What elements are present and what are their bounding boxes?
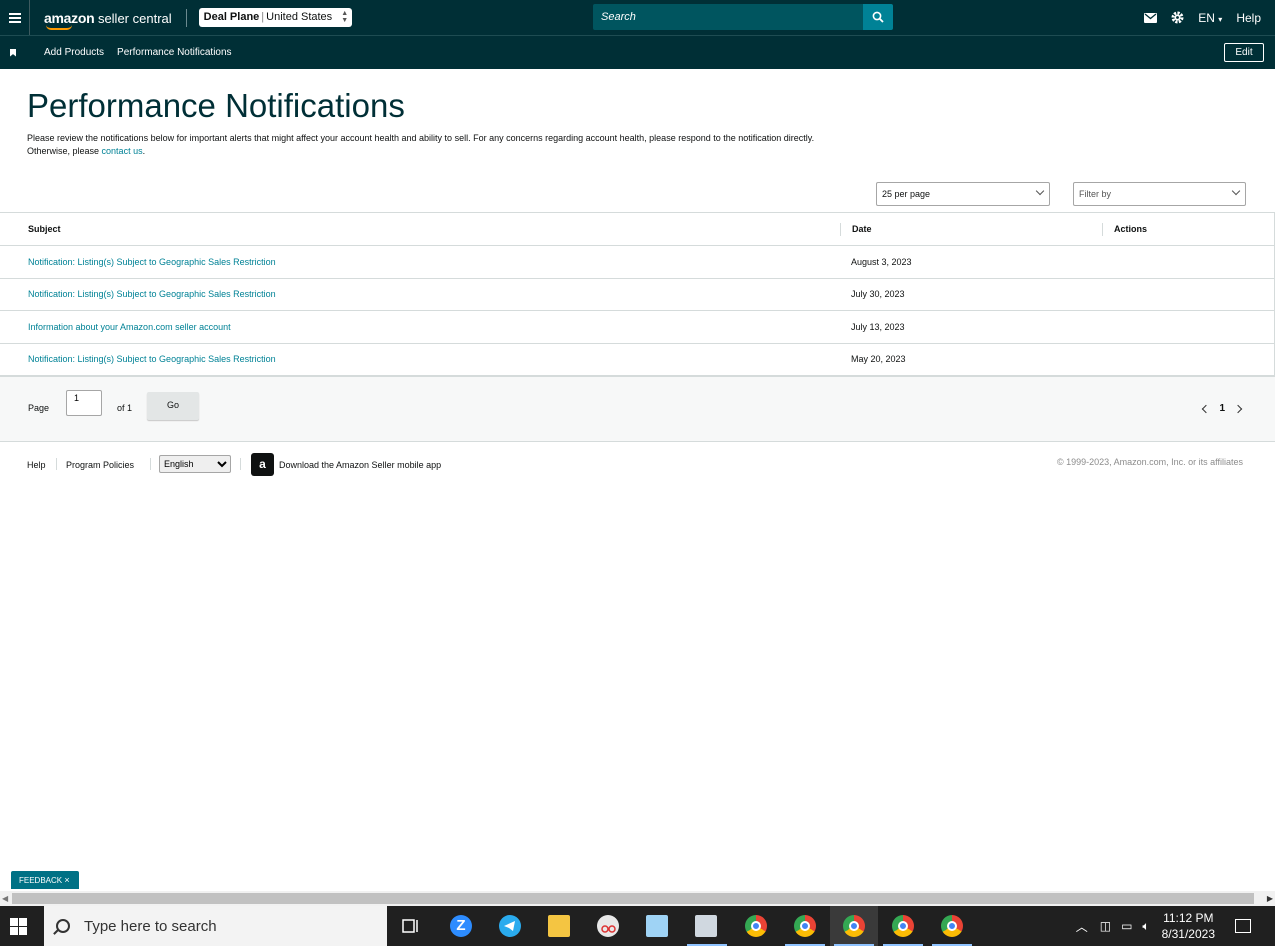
header-actions: Actions [1102, 222, 1274, 236]
page-title: Performance Notifications [27, 87, 405, 124]
sort-arrows-icon: ▲ ▼ [341, 10, 349, 24]
chevron-down-icon [1231, 186, 1241, 196]
amazon-app-icon[interactable]: a [251, 453, 274, 476]
edit-bookmarks-button[interactable]: Edit [1224, 43, 1264, 62]
telegram-icon[interactable] [499, 915, 521, 937]
divider [240, 458, 241, 470]
filter-select[interactable]: Filter by [1073, 182, 1246, 206]
horizontal-scrollbar[interactable]: ◀ ▶ [0, 891, 1275, 906]
chrome-profile-icon[interactable] [941, 915, 963, 937]
search-button[interactable] [863, 4, 893, 30]
search-input[interactable] [593, 4, 863, 30]
account-switcher[interactable]: Deal Plane | United States ▲ ▼ [198, 8, 353, 27]
divider [185, 8, 187, 27]
chevron-down-icon [1035, 186, 1045, 196]
page-number-input[interactable] [66, 390, 102, 416]
chrome-icon[interactable] [745, 915, 767, 937]
divider [56, 458, 57, 470]
table-row: Notification: Listing(s) Subject to Geog… [0, 246, 1274, 279]
table-header: Subject Date Actions [0, 213, 1274, 246]
account-name: Deal Plane [203, 11, 260, 23]
page-nav: 1 [1202, 403, 1243, 414]
notification-subject-link[interactable]: Notification: Listing(s) Subject to Geog… [28, 257, 276, 267]
network-icon[interactable]: ▭ [1121, 919, 1132, 933]
chevron-up-icon[interactable]: ︿ [1076, 918, 1088, 935]
notepad-icon[interactable] [646, 915, 668, 937]
scroll-right-icon: ▶ [1266, 894, 1273, 903]
file-explorer-icon[interactable] [548, 915, 570, 937]
table-row: Notification: Listing(s) Subject to Geog… [0, 279, 1274, 311]
notification-date: August 3, 2023 [851, 256, 912, 267]
top-right-actions: EN ▾ Help [1144, 0, 1261, 35]
zoom-app-icon[interactable]: Z [450, 915, 472, 937]
notifications-table: Subject Date Actions Notification: Listi… [0, 212, 1275, 376]
notifications-icon[interactable] [1235, 919, 1251, 933]
page-count-label: of 1 [117, 403, 133, 413]
calculator-icon[interactable] [695, 915, 717, 937]
notification-subject-link[interactable]: Notification: Listing(s) Subject to Geog… [28, 289, 276, 299]
bookmark-performance-notifications[interactable]: Performance Notifications [117, 47, 232, 58]
bookmark-add-products[interactable]: Add Products [44, 47, 104, 58]
close-icon: × [64, 875, 70, 885]
bookmark-bar: Add Products Performance Notifications E… [0, 35, 1275, 69]
search-icon [56, 919, 70, 933]
windows-start-icon[interactable] [10, 918, 27, 935]
intro-text: Please review the notifications below fo… [27, 133, 815, 156]
chevron-left-icon[interactable] [1202, 404, 1211, 413]
chrome-profile-icon[interactable] [794, 915, 816, 937]
download-app-link[interactable]: Download the Amazon Seller mobile app [279, 460, 441, 470]
task-view-icon[interactable] [400, 915, 422, 937]
notification-date: July 13, 2023 [851, 321, 905, 332]
help-link[interactable]: Help [1236, 11, 1261, 25]
footer: Help Program Policies English a Download… [0, 450, 1275, 480]
page-label: Page [28, 403, 50, 413]
notification-subject-link[interactable]: Information about your Amazon.com seller… [28, 322, 231, 332]
per-page-select[interactable]: 25 per page [876, 182, 1050, 206]
header-subject[interactable]: Subject [0, 224, 840, 234]
seller-central-logo[interactable]: amazon seller central [44, 10, 172, 30]
system-tray: ︿ ◫ ▭ 🔈︎ 11:12 PM 8/31/2023 [1076, 906, 1275, 946]
volume-icon[interactable]: 🔈︎ [1142, 919, 1149, 934]
notification-subject-link[interactable]: Notification: Listing(s) Subject to Geog… [28, 354, 276, 364]
footer-language-select[interactable]: English [159, 455, 231, 473]
clock[interactable]: 11:12 PM 8/31/2023 [1162, 910, 1215, 942]
mail-icon[interactable] [1144, 12, 1158, 23]
go-button[interactable]: Go [147, 392, 199, 420]
scrollbar-thumb[interactable] [12, 893, 1254, 904]
language-selector[interactable]: EN ▾ [1198, 11, 1222, 25]
table-row: Notification: Listing(s) Subject to Geog… [0, 344, 1274, 376]
scroll-left-icon: ◀ [2, 894, 9, 903]
header-date[interactable]: Date [840, 222, 1102, 236]
feedback-button[interactable]: FEEDBACK × [11, 871, 79, 889]
contact-us-link[interactable]: contact us [102, 146, 143, 156]
program-policies-link[interactable]: Program Policies [66, 460, 134, 470]
bookmark-icon[interactable] [10, 48, 16, 57]
gear-icon[interactable] [1171, 11, 1184, 24]
windows-taskbar: Type here to search Z ︿ ◫ ▭ 🔈︎ 11:12 PM … [0, 906, 1275, 946]
table-row: Information about your Amazon.com seller… [0, 311, 1274, 344]
search-icon [872, 11, 884, 23]
search-bar [593, 4, 893, 30]
footer-help-link[interactable]: Help [27, 460, 46, 470]
pagination-bar: Page of 1 Go 1 [0, 376, 1275, 442]
meet-now-icon[interactable]: ◫ [1100, 919, 1111, 933]
notification-date: May 20, 2023 [851, 354, 906, 365]
account-region: United States [266, 11, 333, 23]
divider [150, 458, 151, 470]
taskbar-search[interactable]: Type here to search [44, 906, 387, 946]
copyright: © 1999-2023, Amazon.com, Inc. or its aff… [1056, 457, 1243, 467]
notification-date: July 30, 2023 [851, 289, 905, 300]
current-page[interactable]: 1 [1219, 403, 1225, 414]
menu-icon[interactable] [0, 0, 30, 35]
chrome-profile-icon[interactable] [892, 915, 914, 937]
chevron-right-icon[interactable] [1233, 404, 1243, 413]
chrome-profile-icon[interactable] [843, 915, 865, 937]
snipping-tool-icon[interactable] [597, 915, 619, 937]
